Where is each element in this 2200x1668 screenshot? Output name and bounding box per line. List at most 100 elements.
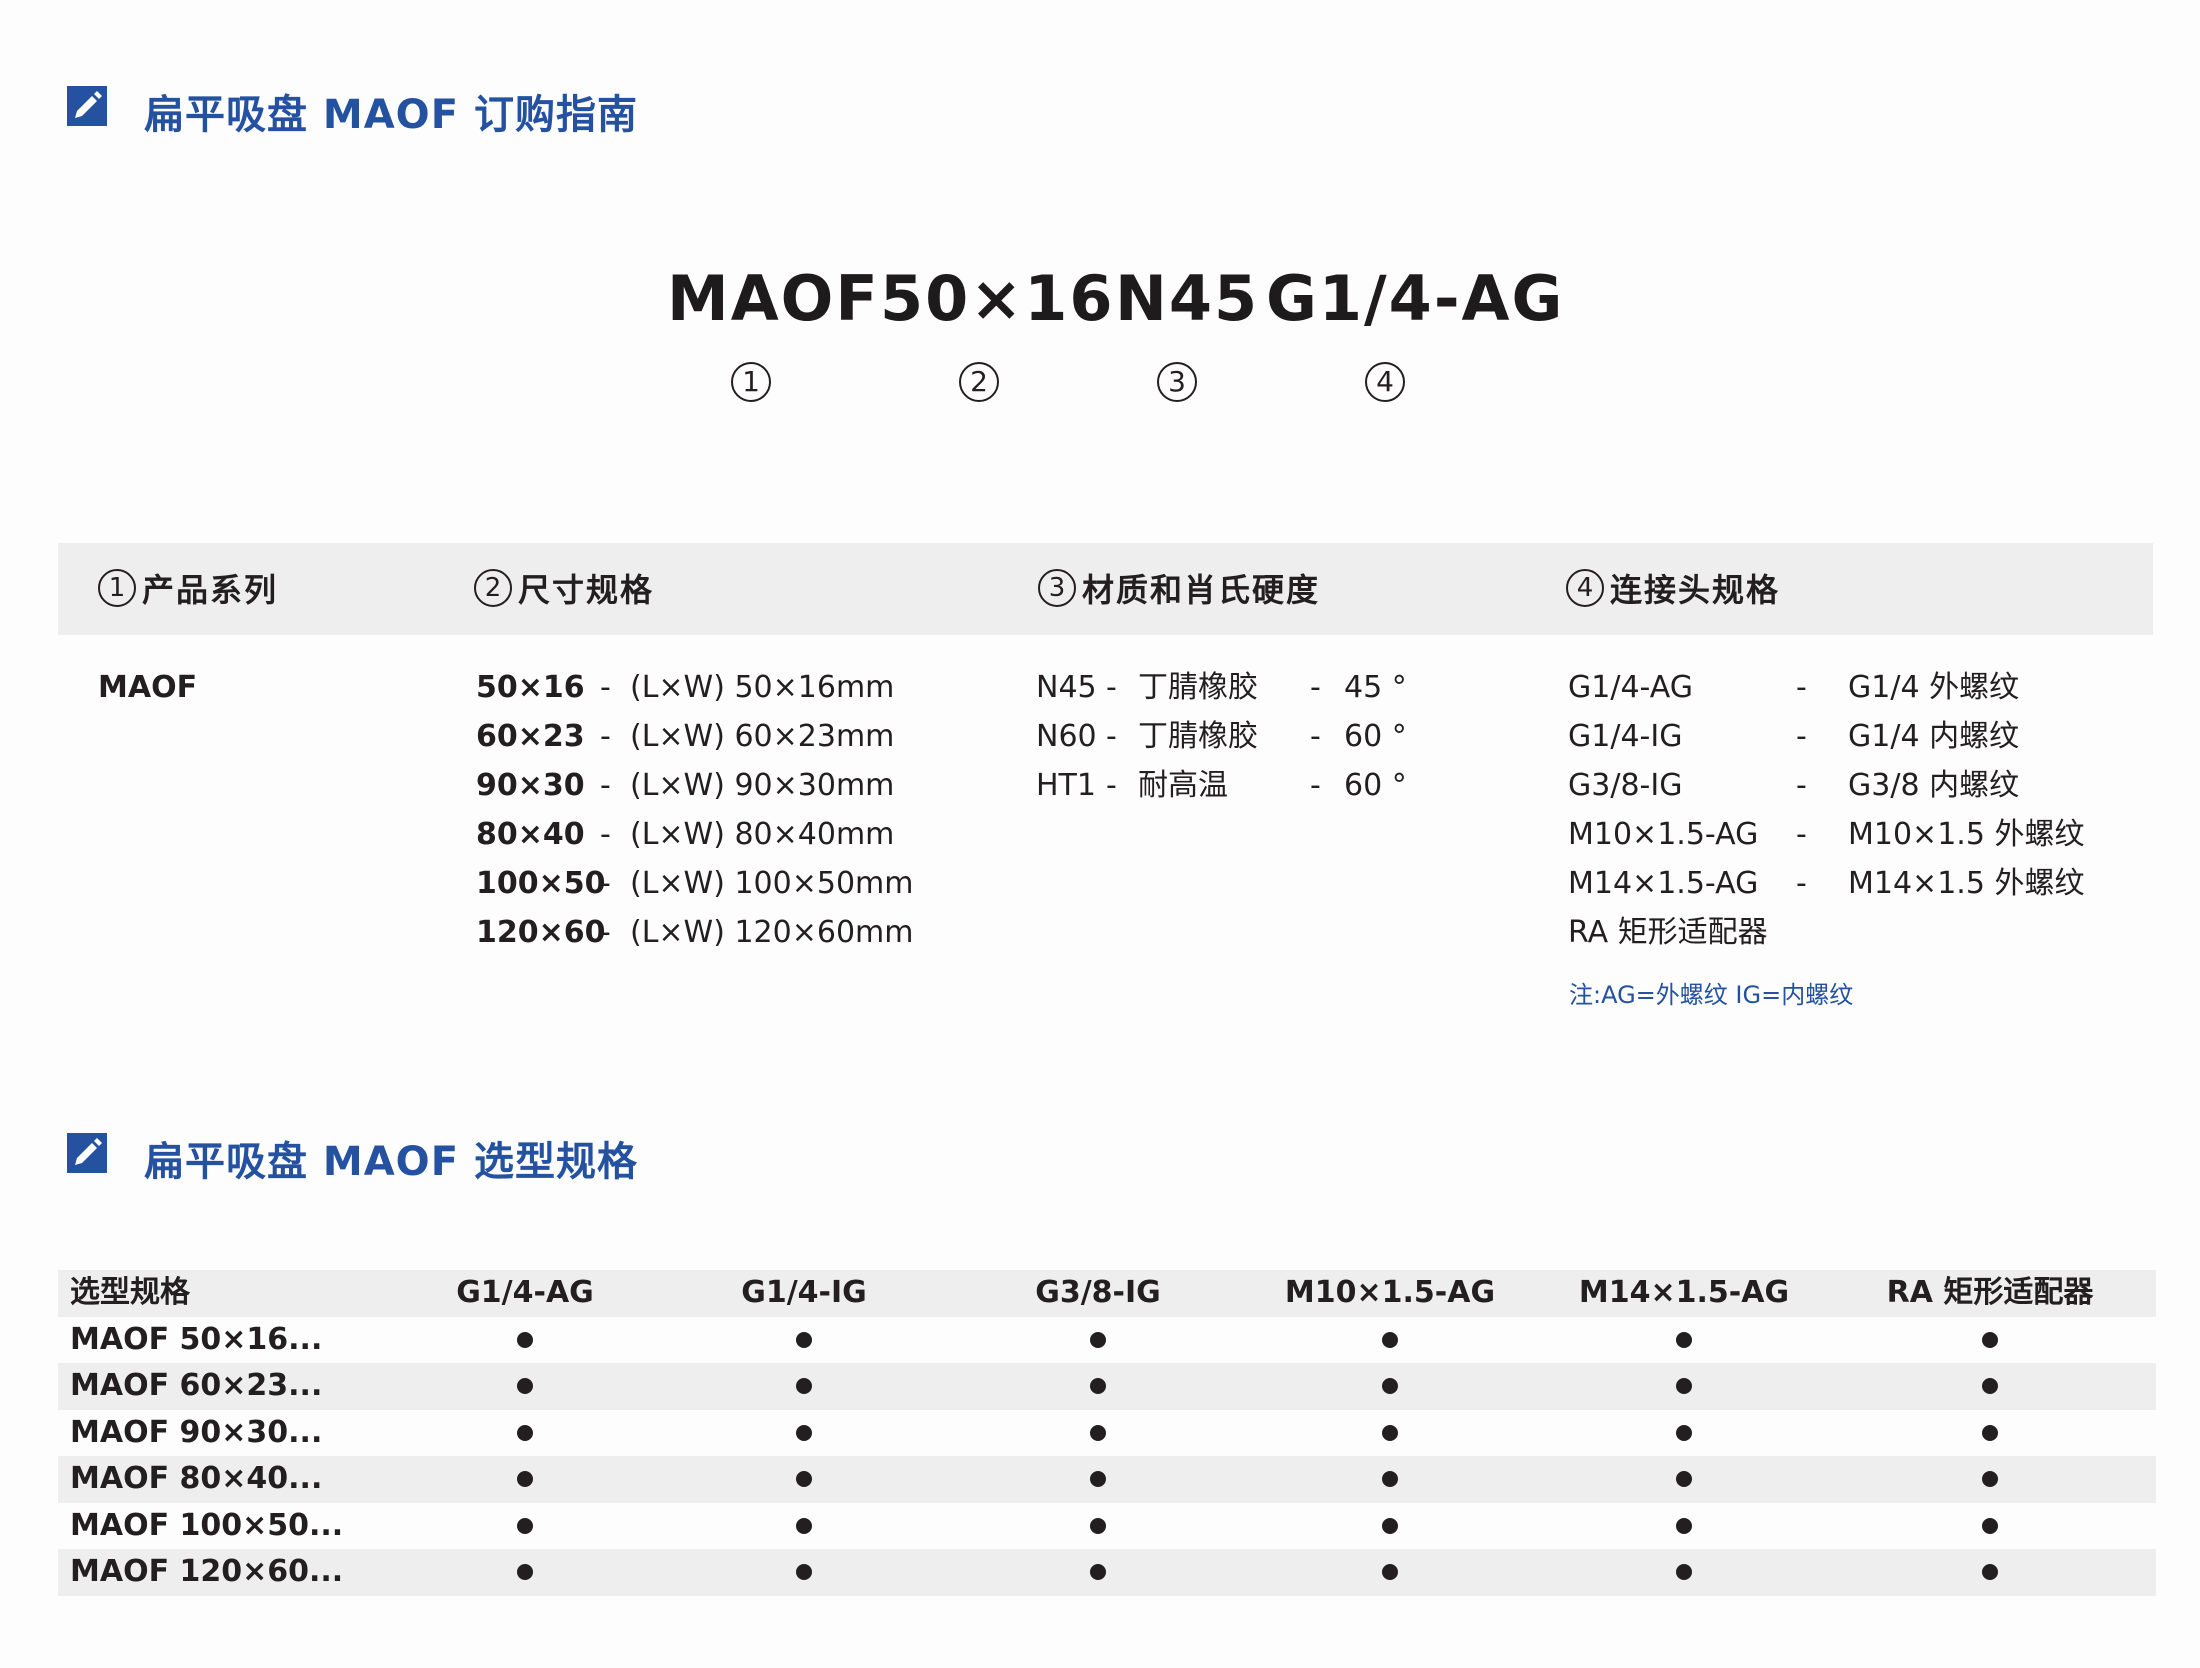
selection-table: 选型规格 G1/4-AG G1/4-IG G3/8-IG M10×1.5-AG M14×1… xyxy=(58,1270,2156,1596)
selection-header-cell: G3/8-IG xyxy=(1035,1275,1161,1310)
availability-dot xyxy=(1382,1424,1398,1441)
size-code: 60×23 xyxy=(476,719,585,754)
table-row: MAOF 120×60... xyxy=(58,1549,2156,1596)
marker-3: 3 xyxy=(1157,362,1197,402)
connector-code: RA 矩形适配器 xyxy=(1568,915,1768,950)
connector-desc: G3/8 内螺纹 xyxy=(1848,768,2020,803)
material-sep: - xyxy=(1310,670,1321,705)
size-desc: (L×W) 100×50mm xyxy=(630,866,914,901)
availability-dot xyxy=(517,1471,533,1487)
material-name: 丁腈橡胶 xyxy=(1138,670,1258,705)
model-code-material: N45 xyxy=(1115,262,1260,335)
size-code: 120×60 xyxy=(476,915,606,950)
availability-dot xyxy=(517,1424,533,1441)
selection-header-cell: 选型规格 xyxy=(70,1275,190,1310)
material-sep: - xyxy=(1310,768,1321,803)
num-3: 3 xyxy=(1038,569,1076,607)
selection-header-row: 选型规格 G1/4-AG G1/4-IG G3/8-IG M10×1.5-AG M14×1… xyxy=(58,1270,2156,1317)
availability-dot xyxy=(1676,1471,1692,1487)
availability-dot xyxy=(796,1331,812,1348)
connector-desc: M14×1.5 外螺纹 xyxy=(1848,866,2085,901)
availability-dot xyxy=(1090,1424,1106,1441)
availability-dot xyxy=(1090,1331,1106,1348)
marker-1: 1 xyxy=(731,362,771,402)
table-row: MAOF 60×23... xyxy=(58,1363,2156,1410)
size-desc: (L×W) 60×23mm xyxy=(630,719,895,754)
material-sep: - xyxy=(1106,670,1117,705)
table-row: MAOF 80×40... xyxy=(58,1456,2156,1503)
selection-row-label: MAOF 80×40... xyxy=(70,1461,323,1496)
selection-header-cell: RA 矩形适配器 xyxy=(1886,1275,2094,1310)
table-row: MAOF 90×30... xyxy=(58,1410,2156,1457)
selection-row-label: MAOF 60×23... xyxy=(70,1368,323,1403)
availability-dot xyxy=(1982,1564,1998,1580)
connector-desc: G1/4 外螺纹 xyxy=(1848,670,2020,705)
size-code: 80×40 xyxy=(476,817,585,852)
availability-dot xyxy=(517,1331,533,1348)
selection-header-cell: M14×1.5-AG xyxy=(1578,1275,1790,1310)
header-label: 产品系列 xyxy=(142,571,279,609)
availability-dot xyxy=(517,1564,533,1580)
connector-sep: - xyxy=(1796,817,1807,852)
material-code: N60 xyxy=(1036,719,1097,754)
availability-dot xyxy=(1676,1424,1692,1441)
size-desc: (L×W) 80×40mm xyxy=(630,817,895,852)
size-desc: (L×W) 120×60mm xyxy=(630,915,914,950)
connector-code: G3/8-IG xyxy=(1568,768,1683,803)
availability-dot xyxy=(1090,1517,1106,1534)
guide-section-title: 扁平吸盘 MAOF 订购指南 xyxy=(144,92,638,138)
selection-row-label: MAOF 50×16... xyxy=(70,1321,323,1357)
header-label: 连接头规格 xyxy=(1610,571,1781,609)
availability-dot xyxy=(1982,1517,1998,1534)
material-sep: - xyxy=(1310,719,1321,754)
guide-header-material: 3 材质和肖氏硬度 xyxy=(1038,565,1320,611)
size-sep: - xyxy=(600,670,611,705)
selection-header-cell: G1/4-IG xyxy=(741,1275,867,1310)
availability-dot xyxy=(1090,1378,1106,1394)
availability-dot xyxy=(1382,1378,1398,1394)
marker-4: 4 xyxy=(1365,362,1405,402)
connector-sep: - xyxy=(1796,768,1807,803)
edit-icon xyxy=(67,86,107,126)
availability-dot xyxy=(1382,1331,1398,1348)
num-4: 4 xyxy=(1566,569,1604,607)
marker-2: 2 xyxy=(959,362,999,402)
model-code-connector: G1/4-AG xyxy=(1266,262,1565,335)
model-code-size: 50×16 xyxy=(880,262,1115,335)
connector-sep: - xyxy=(1796,670,1807,705)
size-code: 50×16 xyxy=(476,670,585,705)
thread-note: 注:AG=外螺纹 IG=内螺纹 xyxy=(1569,981,1854,1009)
connector-sep: - xyxy=(1796,719,1807,754)
availability-dot xyxy=(1676,1378,1692,1394)
availability-dot xyxy=(1090,1471,1106,1487)
size-sep: - xyxy=(600,719,611,754)
guide-header-size: 2 尺寸规格 xyxy=(474,565,654,611)
availability-dot xyxy=(517,1517,533,1534)
guide-header-connector: 4 连接头规格 xyxy=(1566,565,1780,611)
header-label: 尺寸规格 xyxy=(518,571,655,609)
connector-desc: G1/4 内螺纹 xyxy=(1848,719,2020,754)
connector-code: M10×1.5-AG xyxy=(1568,817,1759,852)
availability-dot xyxy=(1982,1331,1998,1348)
material-hardness: 60 ° xyxy=(1344,768,1407,803)
material-sep: - xyxy=(1106,719,1117,754)
size-sep: - xyxy=(600,866,611,901)
selection-row-label: MAOF 90×30... xyxy=(70,1414,323,1450)
connector-code: G1/4-IG xyxy=(1568,719,1683,754)
availability-dot xyxy=(1382,1517,1398,1534)
model-code-series: MAOF xyxy=(667,262,880,335)
availability-dot xyxy=(1676,1331,1692,1348)
size-sep: - xyxy=(600,768,611,803)
selection-row-label: MAOF 100×50... xyxy=(70,1507,344,1543)
availability-dot xyxy=(1676,1517,1692,1534)
guide-header-series: 1 产品系列 xyxy=(98,565,278,611)
availability-dot xyxy=(1382,1564,1398,1580)
material-code: N45 xyxy=(1036,670,1097,705)
availability-dot xyxy=(1090,1564,1106,1580)
selection-row-label: MAOF 120×60... xyxy=(70,1554,344,1589)
material-sep: - xyxy=(1106,768,1117,803)
size-sep: - xyxy=(600,915,611,950)
material-name: 丁腈橡胶 xyxy=(1138,719,1258,754)
availability-dot xyxy=(1982,1424,1998,1441)
series-value: MAOF xyxy=(98,670,198,705)
